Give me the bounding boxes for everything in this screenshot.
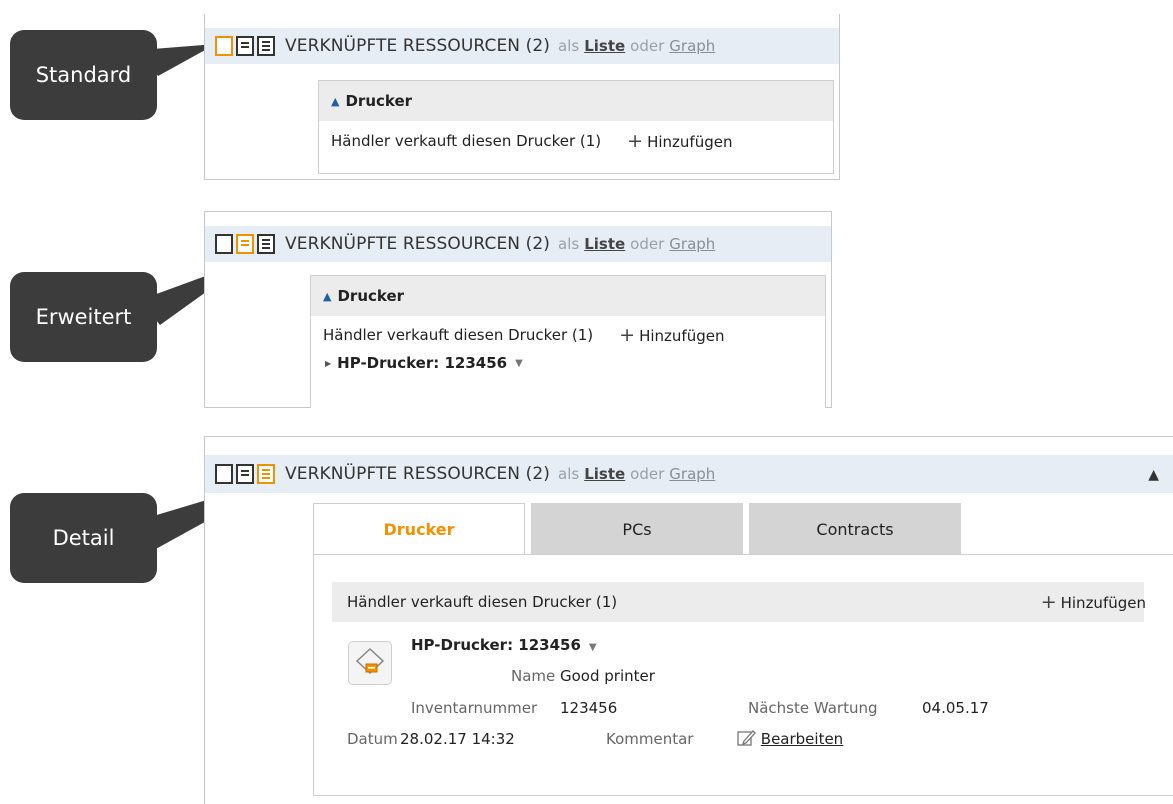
field-date-label: Datum xyxy=(347,730,398,748)
panel-detail: VERKNÜPFTE RESSOURCEN (2) als Liste oder… xyxy=(204,436,1173,804)
panel-header: VERKNÜPFTE RESSOURCEN (2) als Liste oder… xyxy=(205,455,1173,493)
resource-box-header: ▲ Drucker xyxy=(311,276,825,316)
panel-standard: VERKNÜPFTE RESSOURCEN (2) als Liste oder… xyxy=(204,14,840,180)
tab-contracts[interactable]: Contracts xyxy=(749,503,961,555)
resource-item-title[interactable]: HP-Drucker: 123456 ▼ xyxy=(411,636,597,654)
callout-standard: Standard xyxy=(10,30,157,120)
callout-detail: Detail xyxy=(10,493,157,583)
field-maintenance-label: Nächste Wartung xyxy=(748,699,878,717)
field-date-value: 28.02.17 14:32 xyxy=(400,730,515,748)
relation-row: Händler verkauft diesen Drucker (1) + Hin… xyxy=(319,121,833,161)
view-as-text: als xyxy=(558,37,580,55)
callout-standard-label: Standard xyxy=(35,63,132,87)
view-mode-switcher xyxy=(215,464,275,484)
resource-item-title[interactable]: HP-Drucker: 123456 xyxy=(337,354,507,372)
view-list-link[interactable]: Liste xyxy=(584,235,625,253)
collapse-chevron-up-icon[interactable]: ▲ xyxy=(1148,467,1159,483)
add-label: Hinzufügen xyxy=(647,133,733,151)
view-mode-switcher xyxy=(215,36,275,56)
view-mode-switcher xyxy=(215,234,275,254)
section-title: VERKNÜPFTE RESSOURCEN (2) xyxy=(285,464,550,484)
resource-tabs: Drucker PCs Contracts xyxy=(313,503,961,555)
view-standard-icon[interactable] xyxy=(215,234,233,254)
panel-header: VERKNÜPFTE RESSOURCEN (2) als Liste oder… xyxy=(205,226,831,262)
tab-drucker[interactable]: Drucker xyxy=(313,503,525,555)
field-maintenance-value: 04.05.17 xyxy=(922,699,989,717)
view-or-text: oder xyxy=(630,235,665,253)
plus-icon: + xyxy=(627,130,644,152)
relation-row: Händler verkauft diesen Drucker (1) + Hin… xyxy=(311,316,825,354)
chevron-down-icon[interactable]: ▼ xyxy=(515,358,523,369)
relation-bar: Händler verkauft diesen Drucker (1) + Hin… xyxy=(332,582,1146,622)
relation-label: Händler verkauft diesen Drucker (1) xyxy=(347,593,618,611)
tab-label: Contracts xyxy=(816,519,894,539)
callout-erweitert-label: Erweitert xyxy=(35,305,132,329)
field-inventory-label: Inventarnummer xyxy=(411,699,538,717)
resource-type-title: Drucker xyxy=(337,287,405,305)
tab-label: Drucker xyxy=(383,520,455,539)
panel-header: VERKNÜPFTE RESSOURCEN (2) als Liste oder… xyxy=(205,28,839,64)
field-inventory-value: 123456 xyxy=(560,699,618,717)
callout-detail-label: Detail xyxy=(52,526,115,550)
field-name-value: Good printer xyxy=(560,667,655,685)
field-comment-label: Kommentar xyxy=(606,730,694,748)
view-detail-icon[interactable] xyxy=(257,464,275,484)
home-icon: ▲ xyxy=(323,289,332,303)
relation-label: Händler verkauft diesen Drucker (1) xyxy=(331,132,602,150)
resource-box: ▲ Drucker Händler verkauft diesen Drucke… xyxy=(318,80,834,174)
view-or-text: oder xyxy=(630,465,665,483)
tab-content: Händler verkauft diesen Drucker (1) + Hin… xyxy=(313,554,1173,796)
add-button[interactable]: + Hinzufügen xyxy=(627,130,732,152)
device-card-icon xyxy=(348,641,392,685)
plus-icon: + xyxy=(1040,591,1057,613)
plus-icon: + xyxy=(619,324,636,346)
add-label: Hinzufügen xyxy=(639,327,725,345)
add-button[interactable]: + Hinzufügen xyxy=(619,324,724,346)
view-extended-icon[interactable] xyxy=(236,464,254,484)
home-icon: ▲ xyxy=(331,94,340,108)
view-detail-icon[interactable] xyxy=(257,234,275,254)
tab-pcs[interactable]: PCs xyxy=(531,503,743,555)
view-or-text: oder xyxy=(630,37,665,55)
view-list-link[interactable]: Liste xyxy=(584,37,625,55)
section-title: VERKNÜPFTE RESSOURCEN (2) xyxy=(285,36,550,56)
add-label: Hinzufügen xyxy=(1060,594,1146,612)
view-as-text: als xyxy=(558,235,580,253)
relation-label: Händler verkauft diesen Drucker (1) xyxy=(323,326,594,344)
view-standard-icon[interactable] xyxy=(215,464,233,484)
view-detail-icon[interactable] xyxy=(257,36,275,56)
resource-type-title: Drucker xyxy=(345,92,413,110)
resource-box-header: ▲ Drucker xyxy=(319,81,833,121)
edit-pencil-icon xyxy=(737,730,756,746)
view-extended-icon[interactable] xyxy=(236,234,254,254)
view-graph-link[interactable]: Graph xyxy=(669,235,715,253)
callout-erweitert: Erweitert xyxy=(10,272,157,362)
expand-triangle-icon[interactable]: ▶ xyxy=(325,359,331,368)
view-standard-icon[interactable] xyxy=(215,36,233,56)
section-title: VERKNÜPFTE RESSOURCEN (2) xyxy=(285,234,550,254)
view-extended-icon[interactable] xyxy=(236,36,254,56)
resource-item-row[interactable]: ▶ HP-Drucker: 123456 ▼ xyxy=(311,354,825,372)
view-graph-link[interactable]: Graph xyxy=(669,465,715,483)
tab-label: PCs xyxy=(622,519,652,539)
resource-box: ▲ Drucker Händler verkauft diesen Drucke… xyxy=(310,275,826,408)
field-name-label: Name xyxy=(511,667,556,685)
view-graph-link[interactable]: Graph xyxy=(669,37,715,55)
edit-comment[interactable]: Bearbeiten xyxy=(736,728,843,748)
edit-link[interactable]: Bearbeiten xyxy=(761,730,843,748)
view-as-text: als xyxy=(558,465,580,483)
add-button[interactable]: + Hinzufügen xyxy=(1041,591,1146,613)
view-list-link[interactable]: Liste xyxy=(584,465,625,483)
panel-extended: VERKNÜPFTE RESSOURCEN (2) als Liste oder… xyxy=(204,211,832,408)
chevron-down-icon[interactable]: ▼ xyxy=(589,642,597,653)
